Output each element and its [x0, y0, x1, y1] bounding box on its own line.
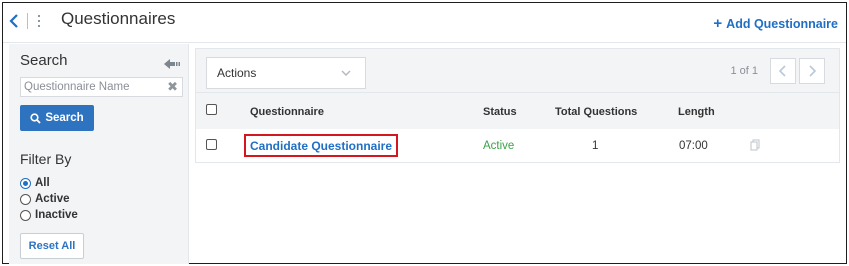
- reset-all-button[interactable]: Reset All: [20, 233, 84, 259]
- collapse-arrow-icon[interactable]: [164, 58, 180, 69]
- copy-icon[interactable]: [750, 139, 760, 151]
- search-title: Search: [20, 52, 68, 69]
- search-input[interactable]: [21, 78, 166, 96]
- search-button-label: Search: [45, 112, 84, 124]
- page-header: Questionnaires + Add Questionnaire: [3, 3, 846, 43]
- search-field-wrapper: ✖: [20, 77, 183, 97]
- kebab-menu-icon[interactable]: [37, 15, 41, 29]
- table-row: Candidate Questionnaire Active 1 07:00: [195, 129, 840, 163]
- main-content: Actions 1 of 1 Questionnaire Status Tota…: [195, 48, 840, 166]
- radio-icon[interactable]: [20, 193, 31, 205]
- pager-text: 1 of 1: [730, 65, 758, 77]
- table-header: Questionnaire Status Total Questions Len…: [195, 93, 840, 129]
- chevron-down-icon: [341, 70, 351, 76]
- select-all-checkbox[interactable]: [206, 104, 217, 115]
- filter-radio-inactive[interactable]: Inactive: [20, 209, 78, 221]
- header-divider: [27, 13, 28, 29]
- filter-radio-active[interactable]: Active: [20, 193, 70, 205]
- add-questionnaire-button[interactable]: + Add Questionnaire: [713, 15, 838, 32]
- filter-label-active: Active: [35, 193, 70, 205]
- page-title: Questionnaires: [61, 9, 176, 28]
- total-questions-cell: 1: [592, 140, 599, 152]
- search-button[interactable]: Search: [20, 105, 94, 131]
- actions-dropdown[interactable]: Actions: [206, 57, 366, 89]
- filter-label-all: All: [35, 177, 50, 189]
- column-header-total-questions[interactable]: Total Questions: [555, 106, 637, 118]
- table-toolbar: Actions 1 of 1: [195, 48, 840, 93]
- column-header-length[interactable]: Length: [678, 106, 715, 118]
- column-header-questionnaire[interactable]: Questionnaire: [250, 106, 324, 118]
- questionnaire-link[interactable]: Candidate Questionnaire: [244, 134, 399, 157]
- pager-prev-icon[interactable]: [770, 58, 796, 84]
- filter-label-inactive: Inactive: [35, 209, 78, 221]
- column-header-status[interactable]: Status: [483, 106, 517, 118]
- radio-icon[interactable]: [20, 209, 31, 221]
- app-frame: Questionnaires + Add Questionnaire Searc…: [2, 2, 847, 264]
- clear-x-icon[interactable]: ✖: [167, 80, 178, 94]
- row-checkbox[interactable]: [206, 139, 217, 150]
- radio-icon[interactable]: [20, 177, 31, 189]
- back-chevron-icon[interactable]: [9, 13, 21, 29]
- filter-title: Filter By: [20, 151, 72, 167]
- search-icon: [30, 112, 41, 124]
- filter-radio-all[interactable]: All: [20, 177, 50, 189]
- length-cell: 07:00: [679, 140, 708, 152]
- pager-next-icon[interactable]: [799, 58, 825, 84]
- status-cell: Active: [483, 140, 515, 152]
- plus-icon: +: [713, 15, 723, 32]
- filter-sidebar: Search ✖ Search Filter By All Active Ina…: [9, 44, 189, 264]
- add-questionnaire-label: Add Questionnaire: [726, 17, 838, 31]
- actions-label: Actions: [217, 66, 257, 80]
